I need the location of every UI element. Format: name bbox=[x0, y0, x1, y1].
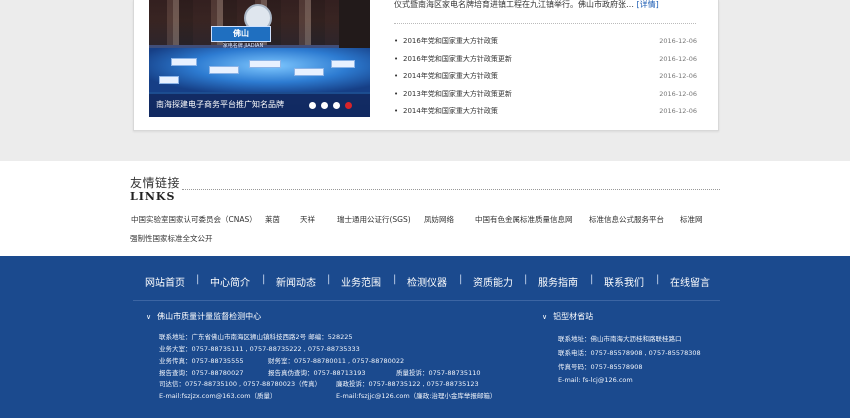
news-title[interactable]: 2014年党和国家重大方针政策 bbox=[403, 105, 498, 117]
nav-separator: | bbox=[656, 274, 660, 285]
chevron-down-icon: ∨ bbox=[542, 313, 548, 321]
right-contact-title: ∨ 铝型材省站 bbox=[542, 311, 593, 322]
friend-link[interactable]: 标准信息公式服务平台 bbox=[589, 214, 664, 225]
left-info-line: 报告查询：0757-88780027 bbox=[159, 369, 244, 377]
links-title-en: LINKS bbox=[130, 190, 176, 203]
right-info-line: 联系电话：0757-85578908 , 0757-85578308 bbox=[558, 349, 701, 357]
left-contact-title: ∨ 佛山市质量计量监督检测中心 bbox=[146, 311, 261, 322]
nav-separator: | bbox=[590, 274, 594, 285]
slide-screen bbox=[149, 48, 370, 92]
list-item[interactable]: • 2016年党和国家重大方针政策 2016-12-06 bbox=[394, 35, 697, 53]
left-info-line: 业务传真：0757-88735555 bbox=[159, 357, 244, 365]
right-info-line: 传真号码：0757-85578908 bbox=[558, 363, 643, 371]
news-list: • 2016年党和国家重大方针政策 2016-12-06 • 2016年党和国家重大方… bbox=[394, 35, 697, 123]
slide-dot-4[interactable] bbox=[345, 102, 352, 109]
links-heading: 友情链接 LINKS bbox=[130, 176, 180, 203]
list-item[interactable]: • 2014年党和国家重大方针政策 2016-12-06 bbox=[394, 105, 697, 123]
slide-caption[interactable]: 南海探建电子商务平台推广知名品牌 bbox=[156, 99, 284, 110]
news-section: 佛山 家电名牌 JIADIAN 南海探建电子商务平台推广知名品牌 仪式暨南海区家… bbox=[0, 0, 850, 160]
nav-message[interactable]: 在线留言 bbox=[670, 274, 710, 289]
links-title-cn: 友情链接 bbox=[130, 176, 181, 190]
nav-separator: | bbox=[459, 274, 463, 285]
product-tile bbox=[171, 58, 197, 66]
right-title-text: 铝型材省站 bbox=[553, 312, 594, 321]
friend-link[interactable]: 莱茵 bbox=[265, 214, 280, 225]
news-card: 佛山 家电名牌 JIADIAN 南海探建电子商务平台推广知名品牌 仪式暨南海区家… bbox=[133, 0, 719, 131]
news-date: 2016-12-06 bbox=[659, 89, 697, 98]
bullet-icon: • bbox=[394, 37, 399, 45]
left-info-line: 质量投诉：0757-88735110 bbox=[396, 369, 481, 377]
left-info-line: 财务室：0757-88780011 , 0757-88780022 bbox=[268, 357, 405, 365]
product-tile bbox=[159, 76, 179, 84]
news-title[interactable]: 2016年党和国家重大方针政策更新 bbox=[403, 53, 512, 65]
news-date: 2016-12-06 bbox=[659, 72, 697, 81]
left-email-line[interactable]: E-mail:fszjzx.com@163.com（质量） bbox=[159, 390, 277, 400]
news-title[interactable]: 2013年党和国家重大方针政策更新 bbox=[403, 88, 512, 100]
news-title[interactable]: 2014年党和国家重大方针政策 bbox=[403, 70, 498, 82]
left-title-text: 佛山市质量计量监督检测中心 bbox=[157, 312, 262, 321]
news-date: 2016-12-06 bbox=[659, 107, 697, 116]
list-item[interactable]: • 2014年党和国家重大方针政策 2016-12-06 bbox=[394, 70, 697, 88]
left-info-line: 廉政投诉：0757-88735122 , 0757-88735123 bbox=[336, 380, 479, 388]
nav-separator: | bbox=[327, 274, 331, 285]
right-info-line: 联系地址：佛山市南海大沥桂和路联桂路口 bbox=[558, 335, 682, 343]
friend-link[interactable]: 凤妨网络 bbox=[424, 214, 454, 225]
news-summary-text: 仪式暨南海区家电名牌培育进镇工程在九江镇举行。佛山市政府张… bbox=[394, 0, 634, 9]
chevron-down-icon: ∨ bbox=[146, 313, 152, 321]
footer-nav: 网站首页 | 中心简介 | 新闻动态 | 业务范围 | 检测仪器 | 资质能力 … bbox=[0, 274, 850, 290]
nav-instruments[interactable]: 检测仪器 bbox=[407, 274, 447, 289]
footer: 网站首页 | 中心简介 | 新闻动态 | 业务范围 | 检测仪器 | 资质能力 … bbox=[0, 256, 850, 418]
product-tile bbox=[294, 68, 324, 76]
friend-link[interactable]: 天祥 bbox=[300, 214, 315, 225]
bullet-icon: • bbox=[394, 89, 399, 98]
news-date: 2016-12-06 bbox=[659, 54, 697, 63]
news-more-link[interactable]: [详情] bbox=[637, 0, 659, 9]
friend-link[interactable]: 强制性国家标准全文公开 bbox=[130, 233, 213, 244]
left-email-line-2[interactable]: E-mail:fszjjc@126.com（廉政:治理小金库举报邮箱） bbox=[336, 390, 496, 400]
nav-home[interactable]: 网站首页 bbox=[145, 274, 185, 289]
slide-dot-2[interactable] bbox=[321, 102, 328, 109]
left-info-line: 联系地址：广东省佛山市南海区狮山镇科技西路2号 邮编：528225 bbox=[159, 333, 353, 341]
right-email-line[interactable]: E-mail: fs-lcj@126.com bbox=[558, 376, 633, 384]
footer-divider bbox=[133, 300, 720, 301]
nav-contact[interactable]: 联系我们 bbox=[604, 274, 644, 289]
slide-dots bbox=[309, 102, 352, 109]
nav-news[interactable]: 新闻动态 bbox=[276, 274, 316, 289]
news-summary: 仪式暨南海区家电名牌培育进镇工程在九江镇举行。佛山市政府张… [详情] bbox=[394, 0, 659, 10]
nav-guide[interactable]: 服务指南 bbox=[538, 274, 578, 289]
left-info-line: 业务大室：0757-88735111 , 0757-88735222 , 075… bbox=[159, 345, 360, 353]
nav-separator: | bbox=[393, 274, 397, 285]
slide-dot-1[interactable] bbox=[309, 102, 316, 109]
slide-caption-bar: 南海探建电子商务平台推广知名品牌 bbox=[149, 94, 370, 117]
bullet-icon: • bbox=[394, 107, 399, 116]
product-tile bbox=[249, 60, 281, 68]
product-tile bbox=[209, 66, 239, 74]
friend-link[interactable]: 瑞士通用公证行(SGS) bbox=[337, 214, 411, 225]
slide-dot-3[interactable] bbox=[333, 102, 340, 109]
news-slideshow[interactable]: 佛山 家电名牌 JIADIAN 南海探建电子商务平台推广知名品牌 bbox=[149, 0, 370, 117]
left-info-line: 司达信：0757-88735100 , 0757-88780023（传真） bbox=[159, 380, 322, 388]
slide-logo: 佛山 bbox=[211, 26, 271, 42]
friend-link[interactable]: 标准网 bbox=[680, 214, 703, 225]
nav-separator: | bbox=[524, 274, 528, 285]
news-date: 2016-12-06 bbox=[659, 37, 697, 45]
product-tile bbox=[331, 60, 355, 68]
nav-separator: | bbox=[262, 274, 266, 285]
friend-links-section: 友情链接 LINKS 中国实验室国家认可委员会（CNAS） 莱茵 天祥 瑞士通用… bbox=[0, 161, 850, 256]
bullet-icon: • bbox=[394, 72, 399, 81]
left-info-line: 报告真伪查询：0757-88713193 bbox=[268, 369, 366, 377]
friend-link[interactable]: 中国实验室国家认可委员会（CNAS） bbox=[131, 214, 257, 225]
links-divider bbox=[182, 189, 720, 190]
news-title[interactable]: 2016年党和国家重大方针政策 bbox=[403, 35, 498, 47]
summary-divider bbox=[394, 23, 696, 24]
list-item[interactable]: • 2013年党和国家重大方针政策更新 2016-12-06 bbox=[394, 88, 697, 106]
nav-about[interactable]: 中心简介 bbox=[210, 274, 250, 289]
list-item[interactable]: • 2016年党和国家重大方针政策更新 2016-12-06 bbox=[394, 53, 697, 71]
nav-business[interactable]: 业务范围 bbox=[341, 274, 381, 289]
nav-qualification[interactable]: 资质能力 bbox=[473, 274, 513, 289]
bullet-icon: • bbox=[394, 54, 399, 63]
nav-separator: | bbox=[196, 274, 200, 285]
friend-link[interactable]: 中国有色金属标准质量信息网 bbox=[475, 214, 573, 225]
